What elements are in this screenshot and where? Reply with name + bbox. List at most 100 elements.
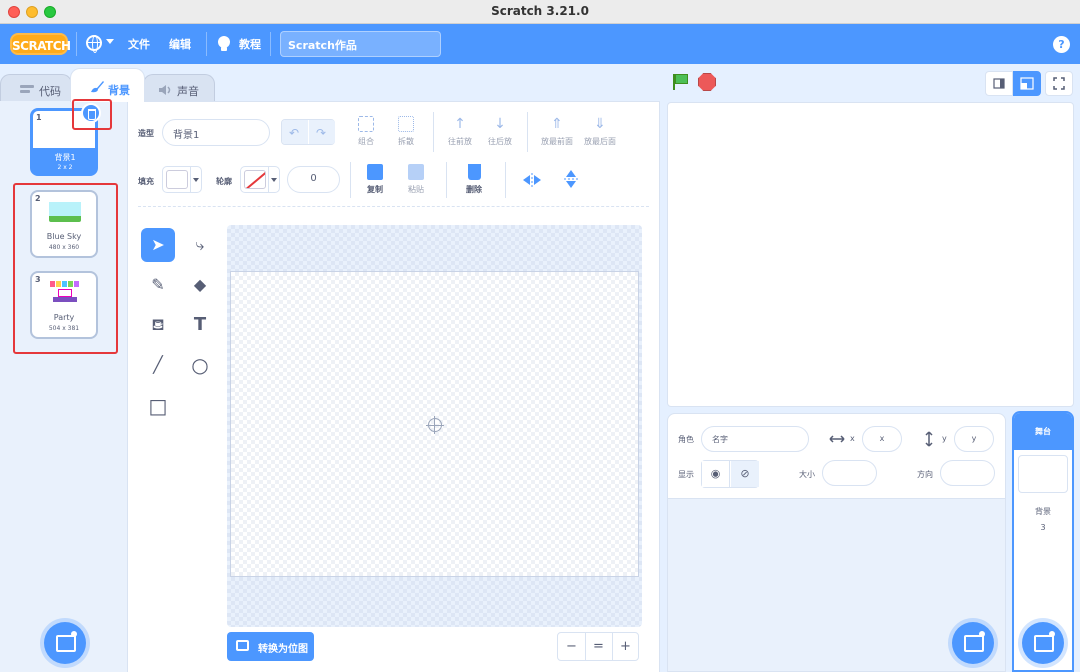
tab-sounds-label: 声音: [177, 85, 199, 98]
stage-canvas[interactable]: [667, 102, 1074, 407]
front-button[interactable]: ⇑ 放最前面: [537, 116, 577, 147]
flip-horizontal-icon[interactable]: [523, 172, 541, 191]
outline-color-picker[interactable]: [240, 166, 280, 193]
window-title: Scratch 3.21.0: [491, 4, 589, 18]
choose-sprite-button[interactable]: [952, 622, 994, 664]
back-label: 放最后面: [584, 137, 616, 146]
eye-slash-icon: ⊘: [740, 467, 750, 480]
language-caret-icon[interactable]: [106, 39, 114, 44]
small-stage-icon: [993, 78, 1005, 89]
arrow-cursor-icon: ➤: [151, 235, 165, 254]
tutorials-menu[interactable]: 教程: [239, 36, 261, 52]
text-tool[interactable]: T: [183, 308, 217, 342]
outline-label: 轮廓: [216, 177, 232, 186]
reshape-tool[interactable]: ⤷: [183, 228, 217, 262]
backdrop-number: 1: [36, 113, 42, 122]
brush-icon: ✎: [151, 275, 165, 294]
zoom-out-button[interactable]: −: [558, 633, 585, 660]
rectangle-tool[interactable]: □: [141, 389, 175, 423]
large-stage-button[interactable]: [1013, 71, 1041, 96]
project-title-input[interactable]: Scratch作品: [280, 31, 441, 57]
x-input[interactable]: x: [862, 426, 902, 452]
circle-tool[interactable]: ○: [183, 348, 217, 382]
window-titlebar: Scratch 3.21.0: [0, 0, 1080, 24]
fullscreen-icon: [1053, 77, 1065, 90]
y-input[interactable]: y: [954, 426, 994, 452]
ungroup-icon: [398, 116, 414, 132]
choose-backdrop-button[interactable]: [44, 622, 86, 664]
paste-label: 粘贴: [408, 185, 424, 194]
tab-backdrops-label: 背景: [108, 84, 130, 97]
delete-button[interactable]: 删除: [454, 164, 494, 195]
tab-sounds[interactable]: 声音: [143, 74, 215, 102]
brush-tool[interactable]: ✎: [141, 268, 175, 302]
text-icon: T: [193, 314, 207, 335]
edit-menu[interactable]: 编辑: [169, 36, 191, 52]
paste-button[interactable]: 粘贴: [396, 164, 436, 195]
scratch-logo[interactable]: SCRATCH: [10, 33, 71, 55]
undo-button[interactable]: ↶: [282, 120, 308, 144]
sprite-name-input[interactable]: 名字: [701, 426, 809, 452]
vertical-arrows-icon: [925, 431, 933, 447]
outline-width-input[interactable]: 0: [287, 166, 340, 193]
brush-icon: [91, 81, 104, 93]
tab-code[interactable]: 代码: [0, 74, 72, 102]
reshape-icon: ⤷: [195, 235, 205, 254]
toolbar-divider: [138, 206, 649, 207]
copy-button[interactable]: 复制: [355, 164, 395, 195]
undo-icon: ↶: [289, 126, 300, 140]
forward-button[interactable]: ↑ 往前放: [440, 116, 480, 147]
zoom-reset-button[interactable]: =: [585, 633, 612, 660]
costume-label: 造型: [138, 129, 154, 138]
eraser-tool[interactable]: ◆: [183, 268, 217, 302]
redo-button[interactable]: ↷: [309, 120, 335, 144]
select-tool[interactable]: ➤: [141, 228, 175, 262]
backdrop-name: 背景1: [54, 153, 76, 162]
flip-vertical-icon[interactable]: [564, 170, 578, 192]
line-icon: ╱: [153, 355, 163, 374]
group-button[interactable]: 组合: [346, 116, 386, 147]
zoom-in-button[interactable]: +: [612, 633, 639, 660]
file-menu[interactable]: 文件: [128, 36, 150, 52]
help-icon[interactable]: ?: [1053, 36, 1070, 53]
tutorials-bulb-icon[interactable]: [218, 36, 230, 51]
backward-button[interactable]: ↓ 往后放: [480, 116, 520, 147]
hide-sprite-button[interactable]: ⊘: [731, 461, 759, 487]
line-tool[interactable]: ╱: [141, 348, 175, 382]
toolbar-separator: [350, 162, 351, 198]
rectangle-icon: □: [148, 394, 168, 418]
highlight-box-backdrops: [13, 183, 118, 354]
zoom-controls: − = +: [557, 632, 639, 661]
menu-bar: SCRATCH 文件 编辑 教程 Scratch作品 ?: [0, 24, 1080, 64]
convert-to-bitmap-button[interactable]: 转换为位图: [227, 632, 314, 661]
large-stage-icon: [1020, 77, 1034, 90]
forward-label: 往前放: [448, 137, 472, 146]
tab-backdrops[interactable]: 背景: [70, 68, 145, 102]
show-label: 显示: [678, 470, 694, 479]
copy-label: 复制: [367, 185, 383, 194]
direction-input[interactable]: [940, 460, 995, 486]
paste-icon: [408, 164, 424, 180]
green-flag-icon: [675, 74, 688, 84]
front-icon: ⇑: [551, 116, 563, 132]
small-stage-button[interactable]: [985, 71, 1013, 96]
backward-icon: ↓: [494, 116, 506, 132]
fullscreen-button[interactable]: [1045, 71, 1073, 96]
show-sprite-button[interactable]: ◉: [702, 461, 730, 487]
chevron-down-icon: [193, 178, 199, 182]
toolbar-separator: [433, 112, 434, 152]
ungroup-label: 拆散: [398, 137, 414, 146]
fill-color-picker[interactable]: [162, 166, 202, 193]
ungroup-button[interactable]: 拆散: [386, 116, 426, 147]
size-input[interactable]: [822, 460, 877, 486]
choose-stage-backdrop-button[interactable]: [1022, 622, 1064, 664]
delete-label: 删除: [466, 185, 482, 194]
language-globe-icon[interactable]: [86, 35, 102, 53]
fill-tool[interactable]: ⛾: [141, 308, 175, 342]
green-flag-button[interactable]: [671, 73, 689, 91]
center-crosshair-icon: [426, 416, 444, 434]
stop-button[interactable]: [698, 73, 716, 91]
costume-name-input[interactable]: 背景1: [162, 119, 270, 146]
y-label: y: [942, 434, 947, 443]
back-button[interactable]: ⇓ 放最后面: [580, 116, 620, 147]
